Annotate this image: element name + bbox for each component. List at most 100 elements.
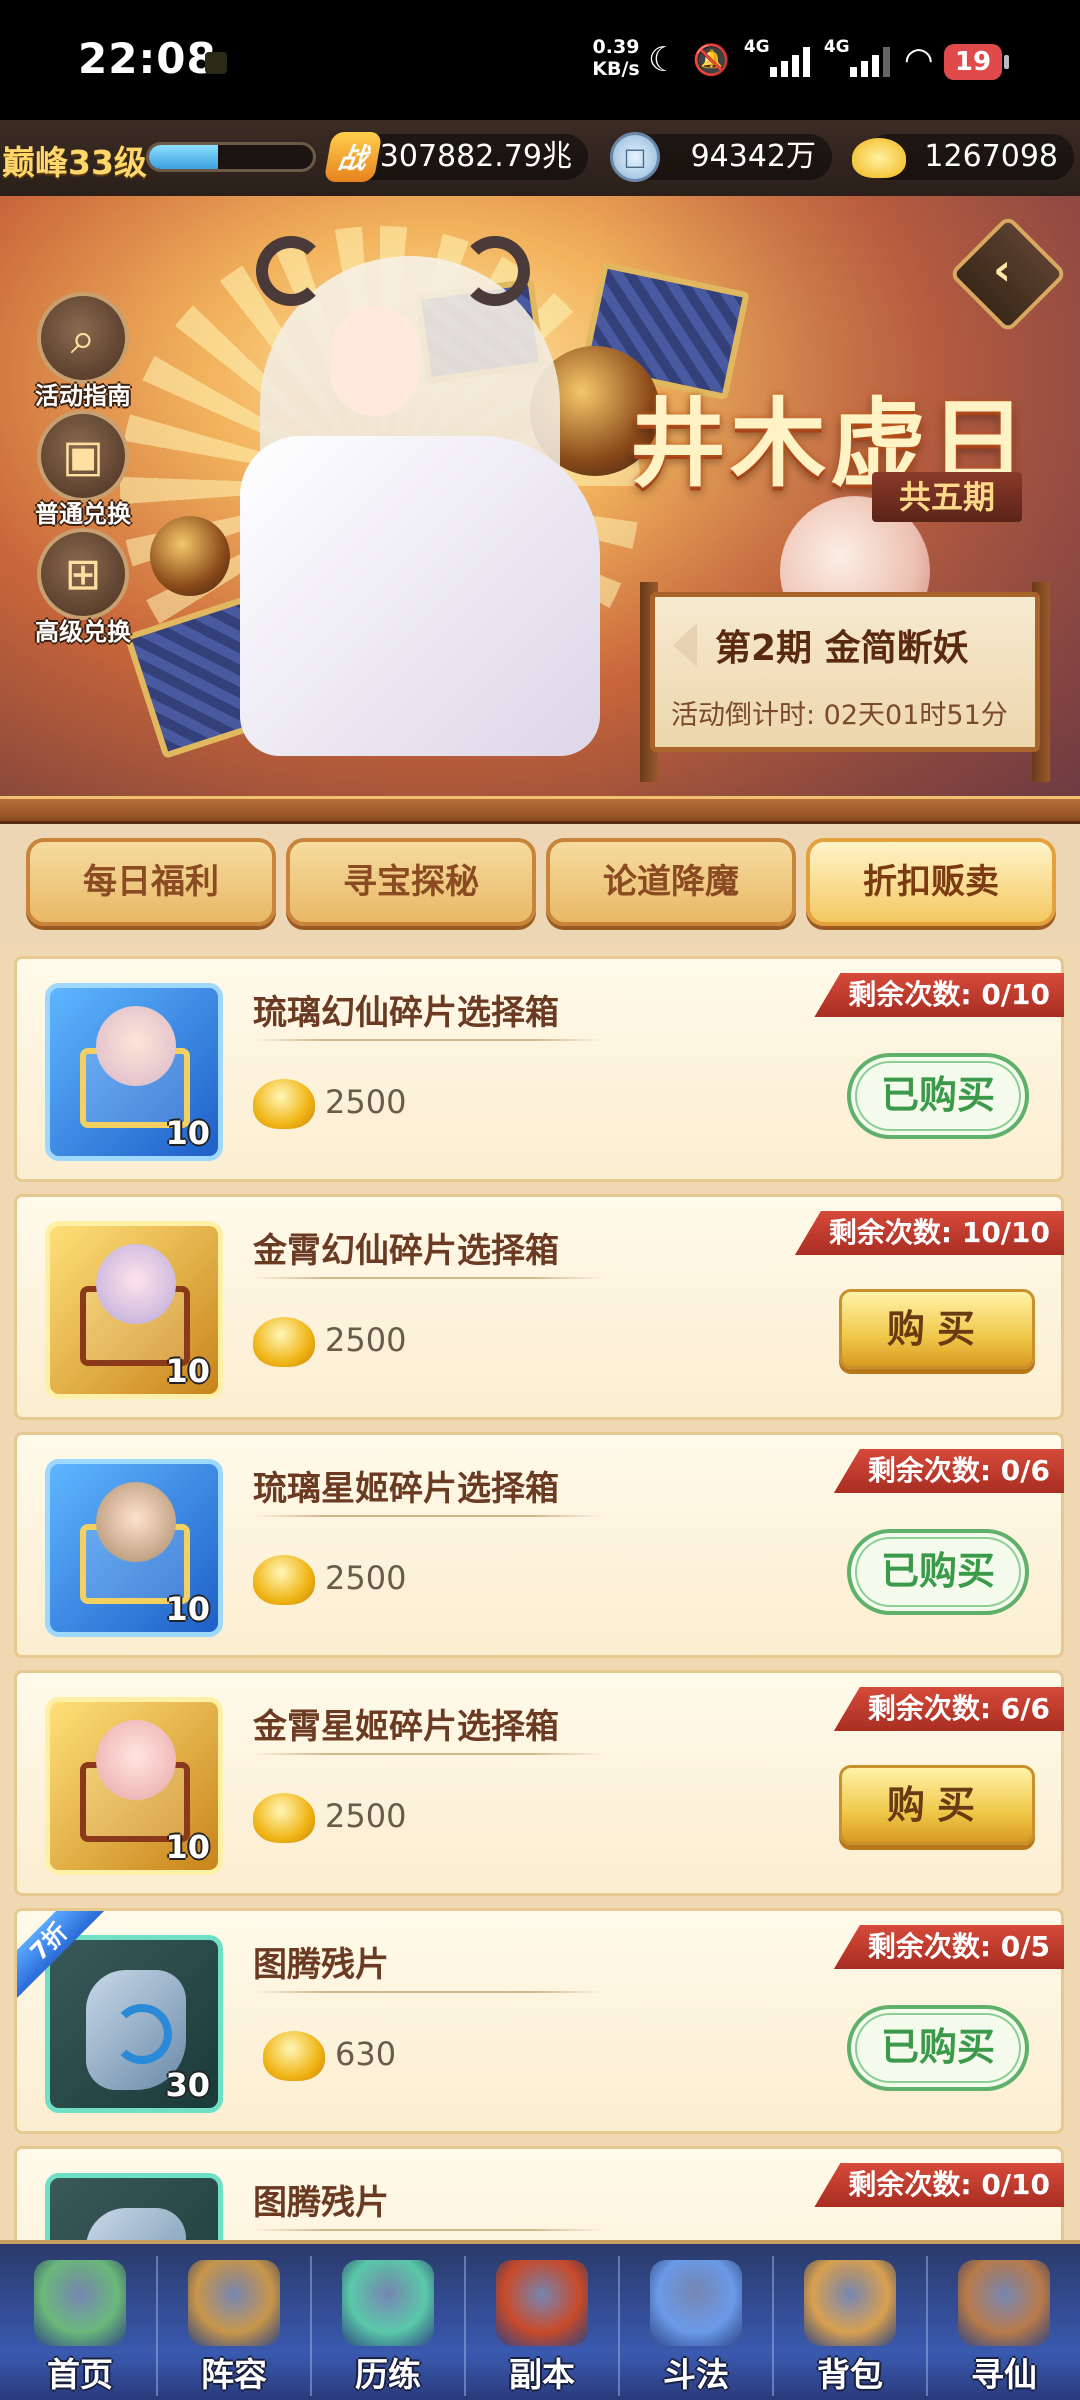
remaining-badge: 剩余次数: 0/10 [814,973,1064,1017]
nav-battle-label: 斗法 [663,2355,729,2394]
buy-button[interactable]: 购买 [839,1289,1035,1369]
phase-name: 第2期 金简断妖 [715,628,969,669]
resource-bar: 巅峰33级 307882.79兆 战 94342万 □ 1267098 [0,120,1080,196]
remaining-badge: 剩余次数: 0/5 [833,1925,1064,1969]
exp-fill [149,145,218,169]
nav-training[interactable]: 历练 [312,2244,464,2400]
premium-exchange-button[interactable]: ⊞ 高级兑换 [28,528,138,647]
normal-exchange-label: 普通兑换 [35,500,131,528]
nav-seek-immortal[interactable]: 寻仙 [928,2244,1080,2400]
floating-orb [150,516,230,596]
prev-phase-icon[interactable] [673,623,697,667]
name-underline [253,1753,603,1755]
item-icon[interactable]: 10 [45,1459,223,1637]
remaining-badge: 剩余次数: 0/6 [833,1449,1064,1493]
item-icon[interactable] [45,2173,223,2240]
item-portrait [96,1482,176,1562]
purchased-button[interactable]: 已购买 [847,1053,1029,1139]
chest-icon: ▣ [37,410,129,502]
item-name: 金霄星姬碎片选择箱 [253,1707,559,1747]
battery-icon: 19 [944,44,1009,80]
nav-home-label: 首页 [47,2355,113,2394]
item-quantity: 10 [165,1114,210,1152]
countdown-text: 活动倒计时: 02天01时51分 [671,700,1008,731]
item-icon[interactable]: 10 [45,1697,223,1875]
status-icons: ☾ 🔕 4G 4G ◠ [648,37,934,80]
moon-icon: ☾ [648,40,679,80]
nav-dungeon-label: 副本 [509,2355,575,2394]
banner-divider [0,796,1080,824]
mute-icon: 🔕 [692,42,730,78]
item-quantity: 10 [165,1590,210,1628]
item-icon[interactable]: 10 [45,983,223,1161]
ingot-value: 1267098 [924,139,1058,174]
ingot-icon [852,138,906,178]
list-item: 10 金霄幻仙碎片选择箱 2500 剩余次数: 10/10 购买 [14,1194,1064,1420]
nav-home[interactable]: 首页 [4,2244,156,2400]
nav-training-label: 历练 [355,2355,421,2394]
totem-stone [86,2208,186,2240]
name-underline [253,1515,603,1517]
status-bar: 22:08 0.39 KB/s ☾ 🔕 4G 4G ◠ 19 [0,0,1080,120]
scroll-icon [958,2260,1050,2346]
magnifier-icon: ⌕ [37,292,129,384]
back-arrow-icon: ‹ [992,244,1012,296]
premium-exchange-label: 高级兑换 [35,618,131,646]
item-price: 630 [335,2035,397,2073]
item-name: 图腾残片 [253,2183,389,2223]
item-icon[interactable]: 10 [45,1221,223,1399]
tab-demon-subdue[interactable]: 论道降魔 [546,838,796,926]
remaining-badge: 剩余次数: 0/10 [814,2163,1064,2207]
purchased-button[interactable]: 已购买 [847,1529,1029,1615]
item-quantity: 10 [165,1352,210,1390]
power-value: 307882.79兆 [379,139,572,174]
normal-exchange-button[interactable]: ▣ 普通兑换 [28,410,138,529]
buy-button[interactable]: 购买 [839,1765,1035,1845]
power-icon: 战 [323,132,383,182]
screen: 22:08 0.39 KB/s ☾ 🔕 4G 4G ◠ 19 巅峰33级 307… [0,0,1080,2400]
character-horn [460,236,530,306]
activity-guide-label: 活动指南 [35,382,131,410]
activity-guide-button[interactable]: ⌕ 活动指南 [28,292,138,411]
name-underline [253,1039,603,1041]
gourd-icon [342,2260,434,2346]
gift-icon: ⊞ [37,528,129,620]
signal-icon: 4G [744,37,810,77]
signal-label: 4G [743,37,770,57]
character-face [330,306,420,416]
tab-daily-benefits[interactable]: 每日福利 [26,838,276,926]
nav-bag[interactable]: 背包 [774,2244,926,2400]
remaining-badge: 剩余次数: 6/6 [833,1687,1064,1731]
item-portrait [96,1244,176,1324]
tab-discount-sale[interactable]: 折扣贩卖 [806,838,1056,926]
sign-board: 第2期 金简断妖 活动倒计时: 02天01时51分 [650,592,1040,752]
bottom-nav: 首页 阵容 历练 副本 斗法 背包 寻仙 [0,2240,1080,2400]
tab-row: 每日福利 寻宝探秘 论道降魔 折扣贩卖 [0,824,1080,944]
nav-battle[interactable]: 斗法 [620,2244,772,2400]
signal-icon: 4G [824,37,890,77]
character-art [220,236,600,756]
list-item: 30 7折 图腾残片 630 剩余次数: 0/5 已购买 [14,1908,1064,2134]
sword-icon [650,2260,742,2346]
item-quantity: 10 [165,1828,210,1866]
discount-badge: 7折 [17,1911,107,2001]
notification-icon [205,52,227,74]
tab-treasure-hunt[interactable]: 寻宝探秘 [286,838,536,926]
purchased-button[interactable]: 已购买 [847,2005,1029,2091]
phase-signboard: 第2期 金简断妖 活动倒计时: 02天01时51分 [640,582,1050,782]
item-name: 图腾残片 [253,1945,389,1985]
list-item: 10 琉璃星姬碎片选择箱 2500 剩余次数: 0/6 已购买 [14,1432,1064,1658]
nav-lineup[interactable]: 阵容 [158,2244,310,2400]
item-price: 2500 [325,1321,407,1359]
item-price: 2500 [325,1797,407,1835]
speed-unit: KB/s [592,58,640,80]
discount-label: 7折 [17,1911,107,2001]
signal-label: 4G [823,37,850,57]
player-level: 巅峰33级 [2,143,147,182]
nav-dungeon[interactable]: 副本 [466,2244,618,2400]
period-count: 共五期 [872,472,1022,522]
exp-bar [146,142,316,172]
item-price: 2500 [325,1559,407,1597]
item-name: 琉璃星姬碎片选择箱 [253,1469,559,1509]
shop-list[interactable]: 10 琉璃幻仙碎片选择箱 2500 剩余次数: 0/10 已购买 10 金霄幻仙… [0,944,1080,2240]
